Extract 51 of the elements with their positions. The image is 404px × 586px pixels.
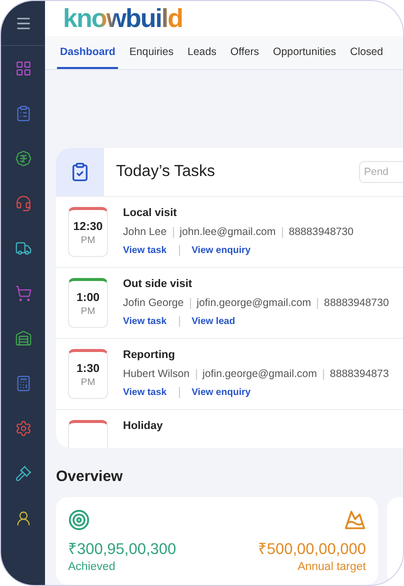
- nav-tab[interactable]: Closed: [347, 36, 386, 69]
- task-time: 12:30: [73, 220, 103, 232]
- contact-email: jofin.george@gmail.com: [202, 368, 317, 380]
- task-title: Holiday: [123, 420, 163, 432]
- card-title: Today’s Tasks: [116, 163, 216, 181]
- gavel-icon[interactable]: [14, 465, 32, 482]
- task-link[interactable]: View task: [123, 387, 167, 398]
- task-time: 1:00: [76, 292, 100, 304]
- calculator-icon[interactable]: [14, 375, 32, 392]
- rupee-icon[interactable]: [14, 150, 32, 167]
- task-title: Reporting: [123, 349, 176, 361]
- headset-icon[interactable]: [14, 195, 32, 212]
- achieved-value: ₹300,95,00,300: [68, 540, 176, 559]
- target-icon: [68, 509, 90, 531]
- nav-tab[interactable]: Opportunities: [270, 36, 340, 69]
- contact-phone: 88883948730: [324, 297, 389, 309]
- task-title: Out side visit: [123, 278, 194, 290]
- building-icon[interactable]: [14, 330, 32, 347]
- truck-icon[interactable]: [14, 240, 32, 257]
- nav-tab[interactable]: Dashboard: [57, 36, 118, 69]
- grid-icon[interactable]: [14, 60, 32, 77]
- user-icon[interactable]: [14, 510, 32, 527]
- contact-name: John Lee: [123, 226, 167, 238]
- nav-tab[interactable]: Leads: [184, 36, 220, 69]
- task-link[interactable]: View task: [123, 316, 167, 327]
- contact-phone: 88883948730: [288, 226, 354, 238]
- task-link[interactable]: View enquiry: [192, 245, 251, 256]
- task-period: PM: [80, 306, 96, 316]
- clipboard-icon: [70, 162, 90, 182]
- target-label: Annual target: [298, 561, 366, 573]
- task-link[interactable]: View task: [123, 245, 167, 256]
- contact-phone: 8888394873: [330, 368, 389, 380]
- task-title: Local visit: [123, 207, 178, 219]
- task-link[interactable]: View lead: [192, 316, 236, 327]
- task-period: PM: [80, 234, 96, 246]
- achieved-label: Achieved: [68, 561, 116, 573]
- contact-email: john.lee@gmail.com: [180, 226, 276, 238]
- nav-tab[interactable]: Enquiries: [126, 36, 177, 69]
- task-link[interactable]: View enquiry: [192, 387, 251, 398]
- settings-icon[interactable]: [14, 420, 32, 437]
- contact-email: jofin.george@gmail.com: [196, 297, 312, 309]
- filter-field[interactable]: Pend: [359, 161, 403, 183]
- section-title: Overview: [56, 468, 124, 485]
- cart-icon[interactable]: [14, 285, 32, 302]
- contact-name: Hubert Wilson: [123, 368, 190, 380]
- task-period: PM: [80, 376, 96, 388]
- clipboard-icon[interactable]: [14, 105, 32, 122]
- nav-tab[interactable]: Offers: [227, 36, 262, 69]
- task-time: 1:30: [76, 362, 100, 374]
- target-value: ₹500,00,00,000: [258, 540, 366, 559]
- contact-name: Jofin George: [123, 297, 184, 309]
